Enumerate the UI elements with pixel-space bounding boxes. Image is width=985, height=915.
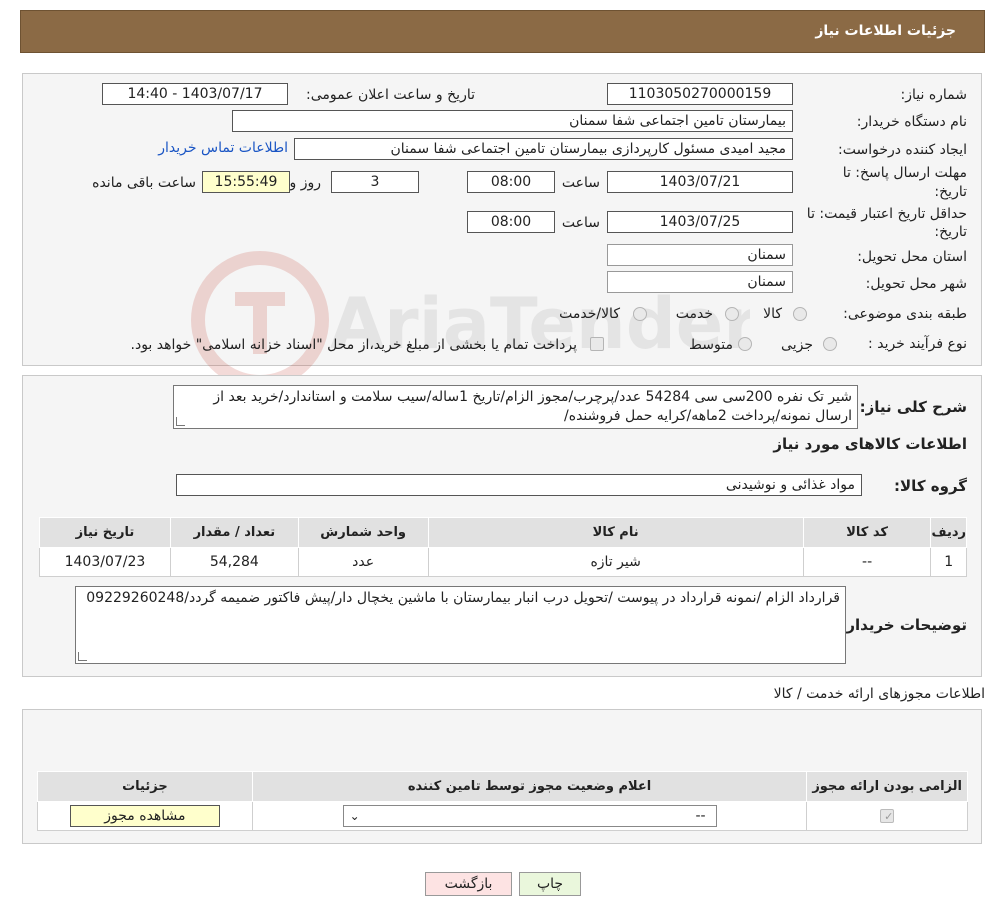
deadline-label-line1: مهلت ارسال پاسخ: تا (842, 165, 967, 181)
col-permit-required: الزامی بودن ارائه مجوز (806, 771, 968, 802)
process-label: نوع فرآیند خرید : (868, 336, 967, 352)
chevron-down-icon: ⌄ (349, 809, 360, 823)
checkmark-icon: ✓ (884, 810, 894, 823)
col-unit: واحد شمارش (297, 517, 429, 548)
view-permit-button[interactable]: مشاهده مجوز (69, 805, 220, 827)
page-title: جزئیات اطلاعات نیاز (815, 23, 956, 39)
category-label: طبقه بندی موضوعی: (843, 306, 967, 322)
province-label: استان محل تحویل: (857, 249, 967, 265)
cell-item-code: -- (802, 547, 932, 577)
goods-group-label: گروه کالا: (894, 477, 967, 495)
city-label: شهر محل تحویل: (865, 276, 967, 292)
cell-row-number: 1 (930, 547, 967, 577)
announce-field: 1403/07/17 - 14:40 (102, 83, 288, 105)
validity-time-label: ساعت (561, 215, 600, 231)
buyer-notes-label: توضیحات خریدار: (840, 616, 967, 634)
cell-permit-status: -- ⌄ (251, 801, 808, 831)
validity-label-line2: تاریخ: (934, 224, 967, 240)
process-radio-minor[interactable] (823, 337, 837, 351)
process-note: پرداخت تمام یا بخشی از مبلغ خرید،از محل … (130, 337, 577, 353)
cell-unit: عدد (297, 547, 429, 577)
description-label: شرح کلی نیاز: (859, 398, 967, 416)
cell-need-date: 1403/07/23 (39, 547, 171, 577)
remaining-time-field: 15:55:49 (202, 171, 290, 193)
resize-grip-icon[interactable] (176, 417, 185, 426)
category-radio-service[interactable] (725, 307, 739, 321)
permit-status-select[interactable]: -- ⌄ (342, 805, 717, 827)
buyer-org-label: نام دستگاه خریدار: (856, 114, 967, 130)
category-option-goods: کالا (763, 306, 782, 322)
col-permit-details: جزئیات (37, 771, 253, 802)
permit-required-checkbox[interactable]: ✓ (880, 809, 895, 823)
page-header: جزئیات اطلاعات نیاز (20, 10, 985, 53)
days-label: روز و (289, 175, 322, 191)
buyer-notes-textarea[interactable]: قرارداد الزام /نمونه قرارداد در پیوست /ت… (75, 586, 846, 664)
col-item-name: نام کالا (427, 517, 804, 548)
resize-grip-icon[interactable] (78, 652, 87, 661)
permit-status-value: -- (695, 808, 706, 824)
back-button[interactable]: بازگشت (425, 872, 512, 896)
permits-section-title: اطلاعات مجوزهای ارائه خدمت / کالا (773, 686, 985, 702)
cell-permit-details: مشاهده مجوز (37, 801, 253, 831)
city-field: سمنان (607, 271, 793, 293)
goods-section-title: اطلاعات کالاهای مورد نیاز (773, 435, 967, 453)
deadline-time-label: ساعت (561, 175, 600, 191)
process-option-medium: متوسط (689, 337, 733, 353)
print-button[interactable]: چاپ (519, 872, 581, 896)
col-item-code: کد کالا (802, 517, 932, 548)
days-field: 3 (331, 171, 419, 193)
description-text: شیر تک نفره 200سی سی 54284 عدد/پرچرب/مجو… (213, 389, 852, 424)
permits-table: الزامی بودن ارائه مجوز اعلام وضعیت مجوز … (37, 771, 968, 831)
need-number-label: شماره نیاز: (900, 87, 968, 103)
deadline-time-field: 08:00 (467, 171, 555, 193)
goods-table: ردیف کد کالا نام کالا واحد شمارش تعداد /… (39, 517, 967, 577)
permits-table-header: الزامی بودن ارائه مجوز اعلام وضعیت مجوز … (37, 771, 968, 802)
category-option-service: خدمت (675, 306, 713, 322)
deadline-date-field: 1403/07/21 (607, 171, 793, 193)
col-quantity: تعداد / مقدار (169, 517, 299, 548)
cell-item-name: شیر تازه (427, 547, 804, 577)
buyer-org-field: بیمارستان تامین اجتماعی شفا سمنان (232, 110, 793, 132)
deadline-label-line2: تاریخ: (934, 184, 967, 200)
col-permit-status: اعلام وضعیت مجوز توسط تامین کننده (251, 771, 808, 802)
description-textarea[interactable]: شیر تک نفره 200سی سی 54284 عدد/پرچرب/مجو… (173, 385, 858, 429)
cell-permit-required: ✓ (806, 801, 968, 831)
creator-label: ایجاد کننده درخواست: (838, 142, 967, 158)
process-option-minor: جزیی (781, 337, 813, 353)
category-option-goods-service: کالا/خدمت (559, 306, 620, 322)
table-row: ✓ -- ⌄ مشاهده مجوز (37, 801, 968, 831)
goods-table-header: ردیف کد کالا نام کالا واحد شمارش تعداد /… (39, 517, 967, 548)
col-need-date: تاریخ نیاز (39, 517, 171, 548)
remaining-time-label: ساعت باقی مانده (92, 175, 196, 191)
validity-date-field: 1403/07/25 (607, 211, 793, 233)
buyer-notes-text: قرارداد الزام /نمونه قرارداد در پیوست /ت… (86, 590, 840, 606)
goods-group-field: مواد غذائی و نوشیدنی (176, 474, 862, 496)
need-number-field: 1103050270000159 (607, 83, 793, 105)
category-radio-goods[interactable] (793, 307, 807, 321)
province-field: سمنان (607, 244, 793, 266)
category-radio-goods-service[interactable] (633, 307, 647, 321)
process-treasury-checkbox[interactable] (590, 337, 604, 351)
validity-time-field: 08:00 (467, 211, 555, 233)
creator-field: مجید امیدی مسئول کارپردازی بیمارستان تام… (294, 138, 793, 160)
contact-info-link[interactable]: اطلاعات تماس خریدار (158, 140, 288, 156)
table-row: 1 -- شیر تازه عدد 54,284 1403/07/23 (39, 547, 967, 577)
col-row-number: ردیف (930, 517, 967, 548)
validity-label-line1: حداقل تاریخ اعتبار قیمت: تا (806, 206, 967, 222)
cell-quantity: 54,284 (169, 547, 299, 577)
process-radio-medium[interactable] (738, 337, 752, 351)
announce-label: تاریخ و ساعت اعلان عمومی: (306, 87, 475, 103)
